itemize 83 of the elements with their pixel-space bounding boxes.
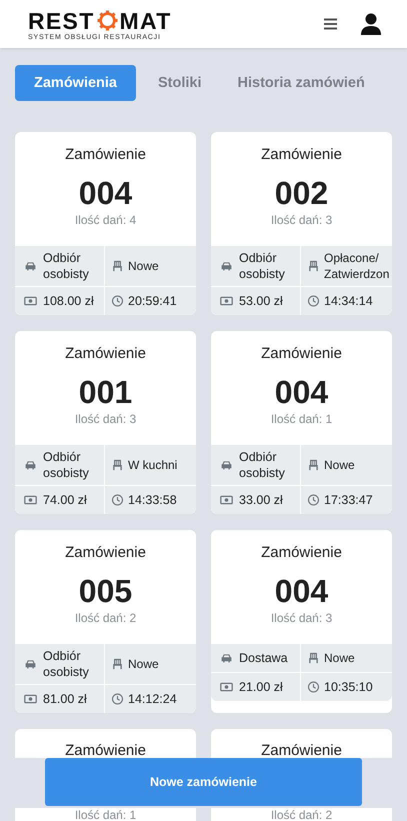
car-icon	[220, 459, 233, 471]
delivery-type: Odbiór osobisty	[239, 449, 286, 481]
order-title: Zamówienie	[261, 743, 342, 758]
delivery-type: Dostawa	[239, 650, 288, 666]
order-title: Zamówienie	[261, 544, 342, 562]
order-price: 81.00 zł	[43, 691, 87, 707]
banknote-icon	[220, 681, 233, 693]
order-time: 14:33:58	[128, 492, 177, 508]
gear-icon	[96, 10, 118, 31]
dish-count: Ilość dań: 3	[270, 611, 332, 626]
delivery-type: Odbiór osobisty	[43, 449, 90, 481]
banknote-icon	[220, 494, 233, 506]
car-icon	[220, 260, 233, 272]
car-icon	[24, 658, 37, 670]
dish-count: Ilość dań: 3	[74, 412, 136, 427]
logo-text: REST	[28, 8, 95, 34]
order-card[interactable]: Zamówienie 004 Ilość dań: 3 Dostawa Nowe 21.00 zł 10:35:10	[211, 530, 392, 713]
order-card[interactable]: Zamówienie 001 Ilość dań: 3 Odbiór osobisty W kuchni 74.00 zł 14:33:58	[15, 331, 196, 514]
order-card[interactable]: Zamówienie 005 Ilość dań: 2 Odbiór osobisty Nowe 81.00 zł 14:12:24	[15, 530, 196, 713]
order-time: 10:35:10	[324, 679, 373, 695]
clock-icon	[307, 494, 320, 506]
chair-icon	[307, 260, 320, 272]
banknote-icon	[24, 494, 37, 506]
delivery-type: Odbiór osobisty	[239, 250, 286, 282]
order-card[interactable]: Zamówienie	[211, 729, 392, 758]
clock-icon	[111, 295, 124, 307]
order-status: Opłacone/ Zatwierdzon	[324, 250, 390, 282]
banknote-icon	[24, 295, 37, 307]
order-card[interactable]: Zamówienie 004 Ilość dań: 4 Odbiór osobisty Nowe 108.00 zł 20:59:41	[15, 132, 196, 315]
order-time: 14:12:24	[128, 691, 177, 707]
order-title: Zamówienie	[261, 146, 342, 164]
user-icon[interactable]	[361, 13, 381, 35]
order-status: W kuchni	[128, 457, 178, 473]
order-title: Zamówienie	[261, 345, 342, 363]
clock-icon	[307, 681, 320, 693]
order-card[interactable]: Zamówienie	[15, 729, 196, 758]
logo-text: MAT	[120, 8, 172, 34]
car-icon	[24, 260, 37, 272]
order-price: 21.00 zł	[239, 679, 283, 695]
chair-icon	[111, 260, 124, 272]
banknote-icon	[220, 295, 233, 307]
order-status: Nowe	[128, 656, 159, 672]
order-time: 14:34:14	[324, 293, 373, 309]
dish-count: Ilość dań: 1	[270, 412, 332, 427]
order-number: 005	[78, 572, 132, 611]
delivery-type: Odbiór osobisty	[43, 250, 90, 282]
delivery-type: Odbiór osobisty	[43, 648, 90, 680]
dish-count: Ilość dań: 3	[270, 213, 332, 228]
order-status: Nowe	[324, 457, 355, 473]
order-title: Zamówienie	[65, 743, 146, 758]
order-number: 004	[274, 373, 328, 412]
car-icon	[24, 459, 37, 471]
dish-count: Ilość dań: 2	[74, 611, 136, 626]
order-number: 002	[274, 174, 328, 213]
order-number: 004	[78, 174, 132, 213]
chair-icon	[111, 459, 124, 471]
menu-icon[interactable]	[324, 18, 337, 30]
order-number: 001	[78, 373, 132, 412]
order-status: Nowe	[128, 258, 159, 274]
dish-count: Ilość dań: 4	[74, 213, 136, 228]
chair-icon	[307, 652, 320, 664]
car-icon	[220, 652, 233, 664]
order-price: 33.00 zł	[239, 492, 283, 508]
order-title: Zamówienie	[65, 544, 146, 562]
order-card[interactable]: Zamówienie 002 Ilość dań: 3 Odbiór osobisty Opłacone/ Zatwierdzon 53.00 zł 14:34:14	[211, 132, 392, 315]
order-time: 20:59:41	[128, 293, 177, 309]
order-number: 004	[274, 572, 328, 611]
clock-icon	[111, 693, 124, 705]
dish-count: Ilość dań: 2	[270, 808, 332, 821]
clock-icon	[307, 295, 320, 307]
order-card[interactable]: Zamówienie 004 Ilość dań: 1 Odbiór osobisty Nowe 33.00 zł 17:33:47	[211, 331, 392, 514]
order-price: 74.00 zł	[43, 492, 87, 508]
order-title: Zamówienie	[65, 345, 146, 363]
order-status: Nowe	[324, 650, 355, 666]
order-time: 17:33:47	[324, 492, 373, 508]
dish-count: Ilość dań: 1	[74, 808, 136, 821]
clock-icon	[111, 494, 124, 506]
order-price: 53.00 zł	[239, 293, 283, 309]
chair-icon	[307, 459, 320, 471]
chair-icon	[111, 658, 124, 670]
order-title: Zamówienie	[65, 146, 146, 164]
banknote-icon	[24, 693, 37, 705]
order-price: 108.00 zł	[43, 293, 94, 309]
